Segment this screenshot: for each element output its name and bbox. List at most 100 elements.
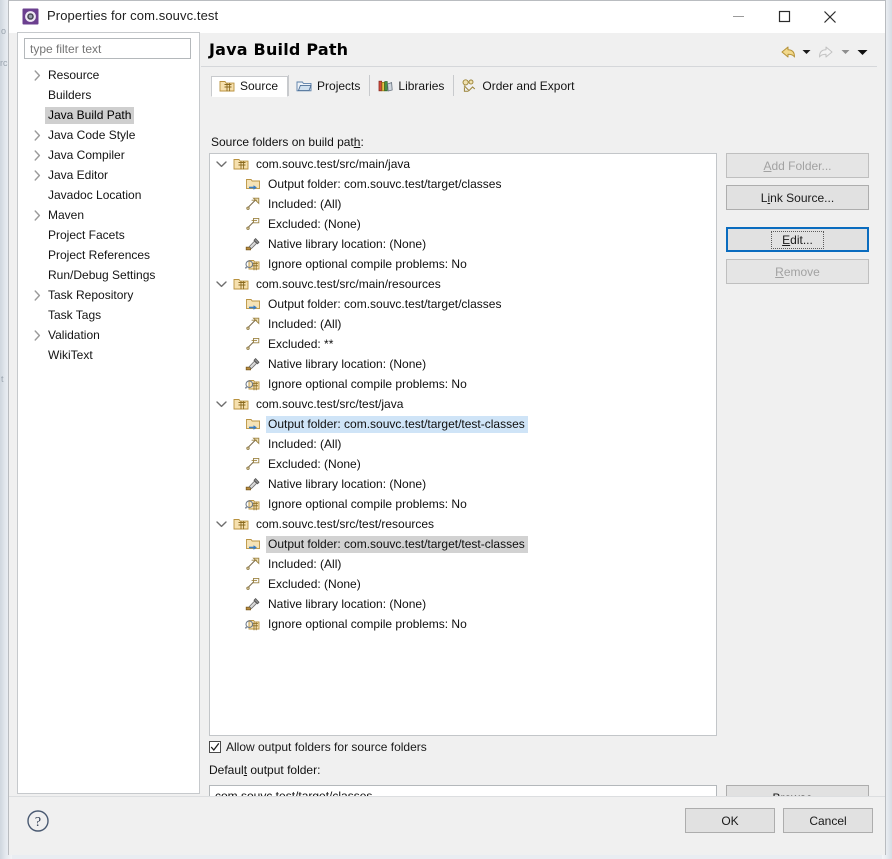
tab-projects[interactable]: Projects: [288, 75, 369, 96]
chevron-down-icon: [802, 50, 811, 54]
native-library-icon: [244, 356, 262, 372]
native-library-icon: [244, 236, 262, 252]
maximize-button[interactable]: [761, 1, 807, 32]
sidebar-item-java-editor[interactable]: Java Editor: [18, 165, 199, 185]
sidebar-item-java-build-path[interactable]: Java Build Path: [18, 105, 199, 125]
link-source-button[interactable]: Link Source...: [726, 185, 869, 210]
source-attribute-row[interactable]: Excluded: **: [210, 334, 716, 354]
source-folder-icon: [233, 399, 249, 410]
source-attribute-row[interactable]: Output folder: com.souvc.test/target/tes…: [210, 414, 716, 434]
tab-source[interactable]: Source: [211, 76, 289, 97]
ok-button[interactable]: OK: [685, 808, 775, 833]
collapse-arrow[interactable]: [210, 280, 232, 288]
output-folder-icon: [246, 299, 260, 310]
sidebar-item-label: Task Repository: [48, 287, 134, 302]
back-dropdown-button[interactable]: [798, 42, 815, 62]
source-attribute-label: Included: (All): [268, 436, 342, 451]
sidebar-item-run-debug-settings[interactable]: Run/Debug Settings: [18, 265, 199, 285]
source-attribute-label: Ignore optional compile problems: No: [268, 616, 467, 631]
tab-order-and-export[interactable]: Order and Export: [453, 75, 583, 96]
sidebar-item-maven[interactable]: Maven: [18, 205, 199, 225]
source-folder-row[interactable]: com.souvc.test/src/main/resources: [210, 274, 716, 294]
sidebar-item-project-facets[interactable]: Project Facets: [18, 225, 199, 245]
source-attribute-label: Included: (All): [268, 316, 342, 331]
sidebar-item-resource[interactable]: Resource: [18, 65, 199, 85]
tab-libraries[interactable]: Libraries: [369, 75, 453, 96]
expand-arrow[interactable]: [30, 325, 45, 345]
source-folders-tree[interactable]: com.souvc.test/src/main/java Output folde…: [209, 153, 717, 736]
sidebar-item-builders[interactable]: Builders: [18, 85, 199, 105]
sidebar-item-label: Validation: [48, 327, 100, 342]
sidebar-item-validation[interactable]: Validation: [18, 325, 199, 345]
button-label: Edit...: [771, 230, 824, 249]
source-attribute-row[interactable]: Included: (All): [210, 554, 716, 574]
source-attribute-row[interactable]: Included: (All): [210, 194, 716, 214]
source-folder-row[interactable]: com.souvc.test/src/main/java: [210, 154, 716, 174]
mnemonic-underline: h: [353, 135, 361, 149]
source-attribute-row[interactable]: Native library location: (None): [210, 594, 716, 614]
source-attribute-row[interactable]: Excluded: (None): [210, 214, 716, 234]
checkmark-icon: [210, 743, 220, 752]
minimize-button[interactable]: [715, 1, 761, 32]
source-folder-icon: [219, 78, 235, 94]
collapse-arrow[interactable]: [210, 400, 232, 408]
source-attribute-row[interactable]: Ignore optional compile problems: No: [210, 614, 716, 634]
tab-bar: Source Projects Libraries Order and Export: [211, 74, 583, 97]
maximize-icon: [778, 10, 790, 23]
collapse-arrow[interactable]: [210, 520, 232, 528]
expand-arrow[interactable]: [30, 145, 45, 165]
excluded-filter-icon: [246, 577, 260, 590]
filter-input[interactable]: [24, 38, 191, 59]
source-attribute-row[interactable]: Ignore optional compile problems: No: [210, 374, 716, 394]
source-attribute-row[interactable]: Native library location: (None): [210, 354, 716, 374]
source-attribute-row[interactable]: Output folder: com.souvc.test/target/tes…: [210, 534, 716, 554]
forward-arrow-icon: [818, 46, 832, 58]
sidebar-item-javadoc-location[interactable]: Javadoc Location: [18, 185, 199, 205]
forward-button[interactable]: [815, 42, 837, 62]
native-library-icon: [245, 598, 260, 611]
sidebar-item-java-code-style[interactable]: Java Code Style: [18, 125, 199, 145]
expand-arrow[interactable]: [30, 285, 45, 305]
chevron-down-icon: [841, 50, 850, 54]
cancel-button[interactable]: Cancel: [783, 808, 873, 833]
sidebar-item-task-repository[interactable]: Task Repository: [18, 285, 199, 305]
help-question-icon[interactable]: ?: [26, 809, 50, 833]
page-menu-button[interactable]: [854, 42, 871, 62]
included-filter-icon: [246, 317, 260, 330]
source-folder-row[interactable]: com.souvc.test/src/test/java: [210, 394, 716, 414]
edit-button[interactable]: Edit...: [726, 227, 869, 252]
source-attribute-row[interactable]: Ignore optional compile problems: No: [210, 254, 716, 274]
chevron-right-icon: [34, 209, 41, 221]
source-attribute-row[interactable]: Ignore optional compile problems: No: [210, 494, 716, 514]
output-folder-icon: [244, 536, 262, 552]
source-attribute-row[interactable]: Excluded: (None): [210, 574, 716, 594]
compile-problems-icon: [244, 376, 262, 392]
forward-dropdown-button[interactable]: [837, 42, 854, 62]
sidebar-item-project-references[interactable]: Project References: [18, 245, 199, 265]
allow-output-folders-row[interactable]: Allow output folders for source folders: [209, 740, 427, 754]
source-attribute-row[interactable]: Excluded: (None): [210, 454, 716, 474]
included-filter-icon: [244, 556, 262, 572]
source-attribute-row[interactable]: Output folder: com.souvc.test/target/cla…: [210, 174, 716, 194]
sidebar-item-wikitext[interactable]: WikiText: [18, 345, 199, 365]
back-button[interactable]: [776, 42, 798, 62]
sidebar-item-java-compiler[interactable]: Java Compiler: [18, 145, 199, 165]
source-attribute-row[interactable]: Included: (All): [210, 314, 716, 334]
mnemonic-underline: E: [782, 232, 791, 247]
source-attribute-row[interactable]: Native library location: (None): [210, 234, 716, 254]
source-attribute-row[interactable]: Native library location: (None): [210, 474, 716, 494]
source-attribute-row[interactable]: Included: (All): [210, 434, 716, 454]
collapse-arrow[interactable]: [210, 160, 232, 168]
expand-arrow[interactable]: [30, 125, 45, 145]
expand-arrow[interactable]: [30, 205, 45, 225]
allow-output-folders-checkbox[interactable]: [209, 741, 221, 753]
expand-arrow[interactable]: [30, 165, 45, 185]
source-folder-row[interactable]: com.souvc.test/src/test/resources: [210, 514, 716, 534]
expand-arrow[interactable]: [30, 65, 45, 85]
close-button[interactable]: [807, 1, 853, 32]
order-export-icon: [461, 78, 477, 94]
output-folder-icon: [244, 176, 262, 192]
included-filter-icon: [244, 196, 262, 212]
source-attribute-row[interactable]: Output folder: com.souvc.test/target/cla…: [210, 294, 716, 314]
sidebar-item-task-tags[interactable]: Task Tags: [18, 305, 199, 325]
